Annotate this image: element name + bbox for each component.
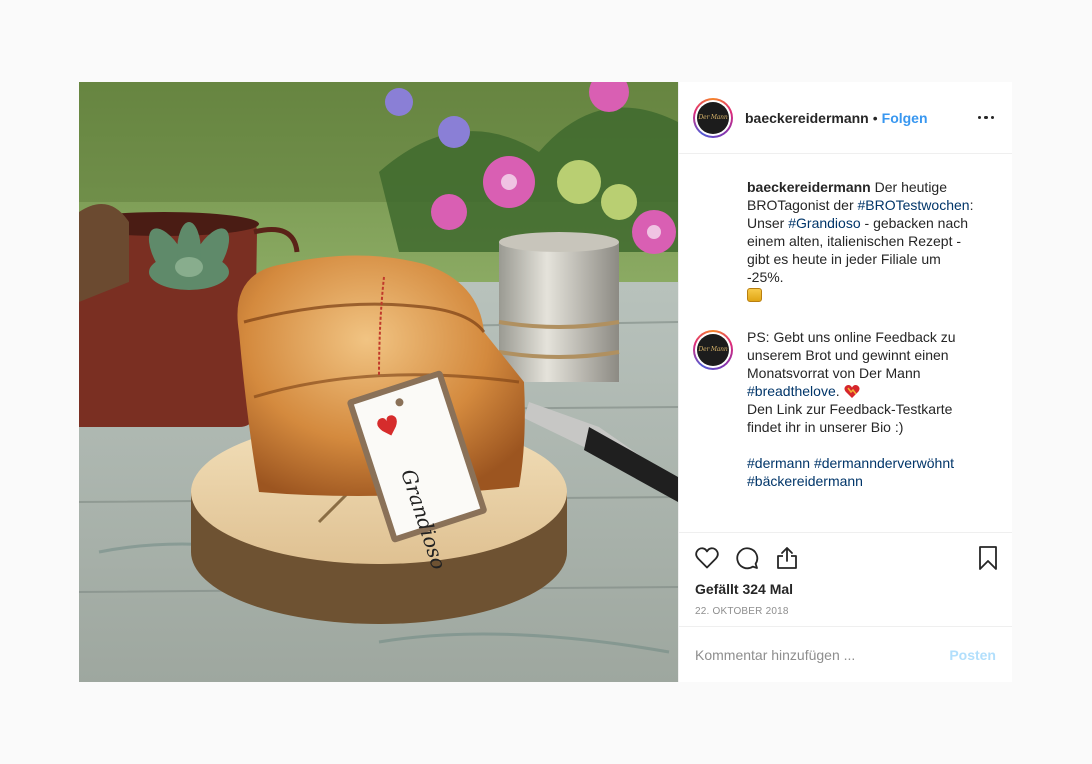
hashtag-breadthelove[interactable]: #breadthelove — [747, 383, 836, 399]
comment-text-2: Den Link zur Feedback-Testkarte findet i… — [747, 401, 953, 435]
bookmark-icon[interactable] — [974, 544, 1002, 572]
post-card: Grandioso Der Mann baeckereidermann • Fo… — [79, 82, 1012, 682]
post-comment-button[interactable]: Posten — [949, 647, 996, 663]
comment-text-after-tag: . — [835, 383, 844, 399]
comment-input[interactable]: Kommentar hinzufügen ... — [695, 647, 949, 663]
gold-emoji-icon — [747, 288, 762, 302]
post-photo[interactable]: Grandioso — [79, 82, 678, 682]
add-comment-bar: Kommentar hinzufügen ... Posten — [679, 626, 1012, 682]
action-icons — [693, 541, 997, 575]
comment-icon[interactable] — [733, 544, 761, 572]
hashtag-grandioso[interactable]: #Grandioso — [788, 215, 860, 231]
hashtag-baeckereidermann[interactable]: #bäckereidermann — [747, 473, 863, 489]
avatar[interactable]: Der Mann — [693, 97, 733, 138]
share-icon[interactable] — [773, 544, 801, 572]
post-header: Der Mann baeckereidermann • Folgen — [679, 82, 1012, 154]
post-actions: Gefällt 324 Mal 22. Oktober 2018 — [679, 532, 1012, 626]
header-username[interactable]: baeckereidermann — [745, 110, 869, 126]
heart-icon[interactable] — [693, 544, 721, 572]
comment-avatar[interactable]: Der Mann — [693, 330, 733, 370]
follow-button[interactable]: Folgen — [882, 110, 928, 126]
comment-text-1: PS: Gebt uns online Feedback zu unserem … — [747, 329, 956, 381]
header-separator: • — [872, 109, 878, 126]
hashtag-brotestwochen[interactable]: #BROTestwochen — [858, 197, 970, 213]
comment-avatar-logo: Der Mann — [697, 334, 729, 366]
heart-emoji-icon — [843, 385, 860, 398]
post-date[interactable]: 22. Oktober 2018 — [695, 606, 996, 617]
post-sidebar: Der Mann baeckereidermann • Folgen baeck… — [678, 82, 1012, 682]
likes-count[interactable]: Gefällt 324 Mal — [695, 581, 996, 597]
avatar-logo: Der Mann — [697, 101, 729, 134]
comments-section: baeckereidermann Der heutige BROTagonist… — [679, 154, 1012, 532]
hashtag-dermann[interactable]: #dermann — [747, 455, 810, 471]
hashtag-dermannderverwoehnt[interactable]: #dermannderverwöhnt — [814, 455, 954, 471]
comment-item: Der Mann PS: Gebt uns online Feedback zu… — [693, 328, 977, 490]
caption-username[interactable]: baeckereidermann — [747, 179, 871, 195]
caption: baeckereidermann Der heutige BROTagonist… — [747, 178, 977, 304]
bread-photo-illustration: Grandioso — [79, 82, 678, 682]
more-options-icon[interactable] — [974, 106, 998, 130]
